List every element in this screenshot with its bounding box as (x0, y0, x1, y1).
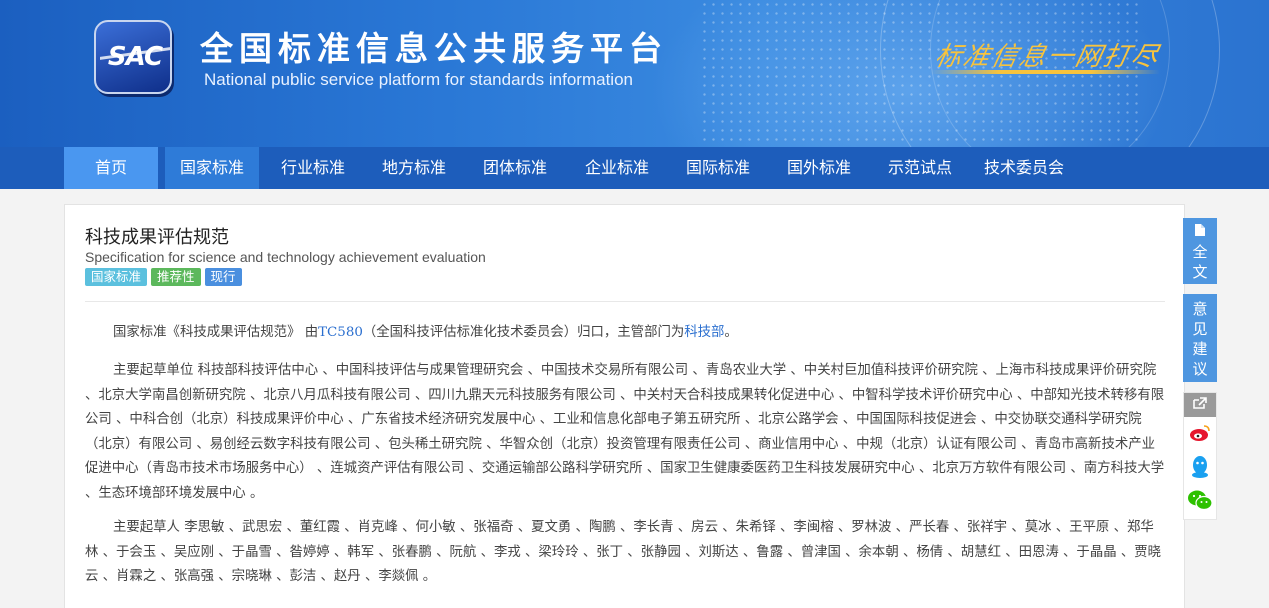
nav-demonstration-pilot[interactable]: 示范试点 (873, 147, 967, 189)
committee-link[interactable]: TC580 (318, 325, 363, 340)
badge-national-standard: 国家标准 (85, 268, 148, 286)
fulltext-label: 全文 (1192, 243, 1208, 281)
site-subtitle: National public service platform for sta… (204, 70, 633, 89)
standard-title-en: Specification for science and technology… (85, 249, 486, 265)
standard-detail-card: 科技成果评估规范 Specification for science and t… (64, 204, 1185, 608)
intro-suffix: 。 (724, 325, 738, 340)
fulltext-button[interactable]: 全文 (1183, 218, 1217, 284)
badge-current: 现行 (204, 268, 242, 286)
site-slogan: 标准信息一网打尽 (932, 42, 1163, 72)
nav-home[interactable]: 首页 (64, 147, 158, 189)
feedback-label: 意见建议 (1192, 300, 1208, 378)
nav-technical-committee[interactable]: 技术委员会 (974, 147, 1074, 189)
logo-text: SAC (107, 42, 163, 72)
feedback-button[interactable]: 意见建议 (1183, 294, 1217, 382)
slogan-underline (930, 70, 1160, 74)
drafting-units-paragraph: 主要起草单位 科技部科技评估中心 、中国科技评估与成果管理研究会 、中国技术交易… (85, 363, 1165, 501)
site-title: 全国标准信息公共服务平台 (200, 29, 668, 68)
weibo-icon[interactable] (1184, 423, 1216, 448)
wechat-icon[interactable] (1184, 489, 1216, 516)
nav-national-standards[interactable]: 国家标准 (165, 147, 259, 189)
badge-recommended: 推荐性 (151, 268, 201, 286)
standard-title: 科技成果评估规范 (85, 227, 229, 248)
sac-logo[interactable]: SAC (94, 20, 172, 94)
nav-group-standards[interactable]: 团体标准 (468, 147, 562, 189)
nav-international-standards[interactable]: 国际标准 (671, 147, 765, 189)
qq-icon[interactable] (1184, 455, 1216, 484)
divider (85, 301, 1165, 302)
nav-foreign-standards[interactable]: 国外标准 (772, 147, 866, 189)
intro-prefix: 国家标准《科技成果评估规范》 由 (113, 325, 319, 340)
drafters-paragraph: 主要起草人 李思敏 、武思宏 、董红霞 、肖克峰 、何小敏 、张福奇 、夏文勇 … (85, 520, 1162, 585)
nav-industry-standards[interactable]: 行业标准 (266, 147, 360, 189)
standard-badges: 国家标准 推荐性 现行 (85, 268, 242, 286)
share-icon[interactable] (1184, 393, 1216, 417)
main-nav: 首页 国家标准 行业标准 地方标准 团体标准 企业标准 国际标准 国外标准 示范… (0, 147, 1269, 189)
nav-enterprise-standards[interactable]: 企业标准 (569, 147, 665, 189)
nav-local-standards[interactable]: 地方标准 (367, 147, 461, 189)
department-link[interactable]: 科技部 (684, 325, 724, 340)
header-banner: SAC 全国标准信息公共服务平台 National public service… (0, 0, 1269, 147)
document-icon (1183, 224, 1217, 240)
intro-middle: （全国科技评估标准化技术委员会）归口，主管部门为 (362, 325, 685, 340)
share-panel (1183, 392, 1217, 520)
intro-paragraph: 国家标准《科技成果评估规范》 由TC580（全国科技评估标准化技术委员会）归口，… (85, 321, 1165, 346)
